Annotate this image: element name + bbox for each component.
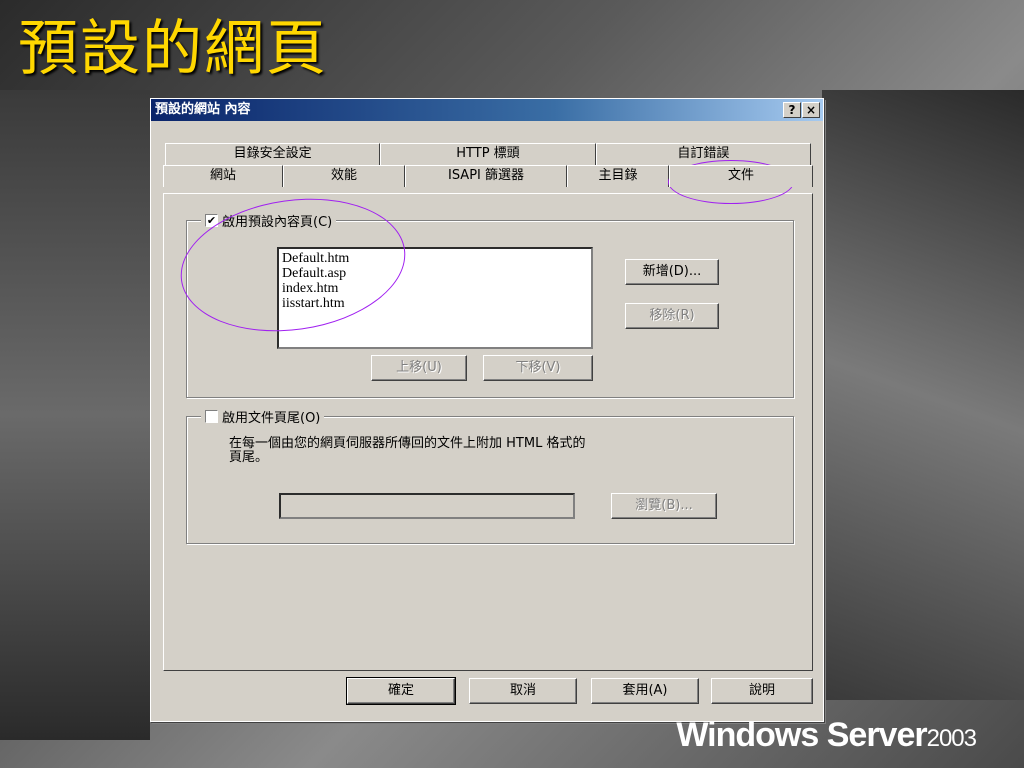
brand-version: 2003 bbox=[926, 725, 977, 752]
enable-document-footer-label[interactable]: 啟用文件頁尾(O) bbox=[222, 407, 320, 426]
help-button[interactable]: 說明 bbox=[711, 678, 813, 704]
enable-document-footer-checkbox[interactable] bbox=[205, 410, 218, 423]
tab-performance[interactable]: 效能 bbox=[283, 165, 405, 187]
ok-button[interactable]: 確定 bbox=[346, 677, 456, 705]
add-button[interactable]: 新增(D)... bbox=[625, 259, 719, 285]
windows-server-logo: Windows Server2003 bbox=[676, 716, 977, 755]
close-button[interactable]: × bbox=[802, 102, 820, 118]
tab-home-directory[interactable]: 主目錄 bbox=[567, 165, 669, 187]
brand-name: Windows Server bbox=[676, 716, 927, 754]
dialog-titlebar: 預設的網站 內容 ? × bbox=[151, 99, 823, 121]
slide-title: 預設的網頁 bbox=[18, 14, 328, 84]
document-footer-legend: 啟用文件頁尾(O) bbox=[201, 407, 325, 426]
browse-button[interactable]: 瀏覽(B)... bbox=[611, 493, 717, 519]
cancel-button[interactable]: 取消 bbox=[469, 678, 577, 704]
remove-button[interactable]: 移除(R) bbox=[625, 303, 719, 329]
move-down-button[interactable]: 下移(V) bbox=[483, 355, 593, 381]
footer-description: 在每一個由您的網頁伺服器所傳回的文件上附加 HTML 格式的 頁尾。 bbox=[229, 437, 585, 465]
footer-description-line2: 頁尾。 bbox=[229, 450, 269, 465]
document-footer-group: 啟用文件頁尾(O) 在每一個由您的網頁伺服器所傳回的文件上附加 HTML 格式的… bbox=[186, 407, 794, 544]
footer-description-line1: 在每一個由您的網頁伺服器所傳回的文件上附加 HTML 格式的 bbox=[229, 436, 586, 451]
tab-directory-security[interactable]: 目錄安全設定 bbox=[165, 143, 381, 165]
footer-path-field[interactable] bbox=[279, 493, 575, 519]
tab-documents[interactable]: 文件 bbox=[669, 165, 813, 187]
tab-isapi-filters[interactable]: ISAPI 篩選器 bbox=[405, 165, 567, 187]
background-stripe bbox=[0, 90, 150, 740]
tab-http-headers[interactable]: HTTP 標頭 bbox=[380, 143, 596, 165]
dialog-title: 預設的網站 內容 bbox=[155, 102, 251, 117]
tab-website[interactable]: 網站 bbox=[163, 165, 283, 187]
move-up-button[interactable]: 上移(U) bbox=[371, 355, 467, 381]
apply-button[interactable]: 套用(A) bbox=[591, 678, 699, 704]
tab-row-front: 網站 效能 ISAPI 篩選器 主目錄 文件 bbox=[163, 165, 813, 187]
help-titlebar-button[interactable]: ? bbox=[783, 102, 801, 118]
background-stripe-right bbox=[822, 90, 1024, 700]
